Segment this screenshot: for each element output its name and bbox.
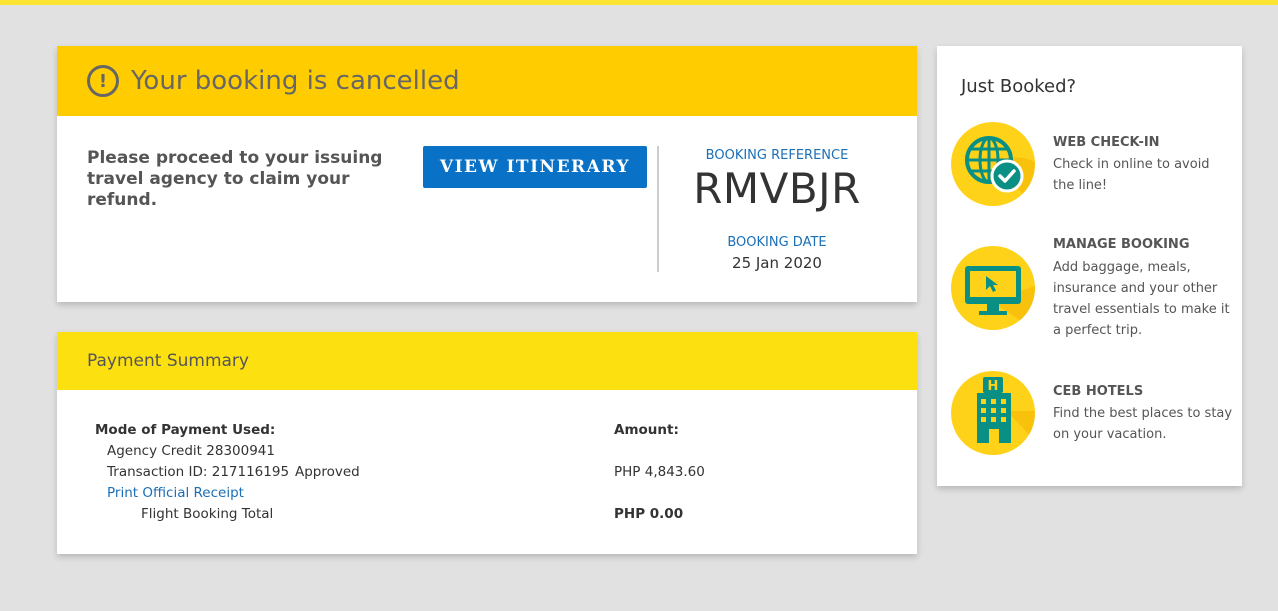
flight-booking-total-label: Flight Booking Total [141, 506, 274, 522]
booking-date-label: BOOKING DATE [727, 235, 827, 250]
ceb-hotels-item[interactable]: H CEB HOTELS Find the best places to sta… [951, 371, 1233, 461]
web-checkin-item[interactable]: WEB CHECK-IN Check in online to avoid th… [951, 122, 1231, 212]
manage-booking-heading: MANAGE BOOKING [1053, 237, 1190, 252]
refund-message: Please proceed to your issuing travel ag… [87, 148, 383, 210]
payment-summary-card: Payment Summary Mode of Payment Used: Am… [57, 332, 917, 554]
hotel-icon: H [951, 371, 1035, 455]
payment-summary-header: Payment Summary [57, 332, 917, 390]
payment-mode-label: Mode of Payment Used: [95, 422, 276, 438]
just-booked-title: Just Booked? [961, 76, 1077, 97]
agency-credit: Agency Credit 28300941 [107, 443, 275, 459]
ceb-hotels-heading: CEB HOTELS [1053, 384, 1144, 399]
transaction-id: Transaction ID: 217116195 [107, 464, 290, 480]
ceb-hotels-desc: Find the best places to stay on your vac… [1053, 406, 1233, 442]
flight-booking-total-amount: PHP 0.00 [614, 506, 684, 522]
web-checkin-heading: WEB CHECK-IN [1053, 135, 1160, 150]
transaction-status: Approved [295, 464, 360, 480]
cancellation-title: Your booking is cancelled [131, 66, 460, 96]
monitor-cursor-icon [951, 246, 1035, 330]
globe-check-icon [951, 122, 1035, 206]
manage-booking-item[interactable]: MANAGE BOOKING Add baggage, meals, insur… [951, 237, 1231, 356]
booking-reference-label: BOOKING REFERENCE [705, 148, 849, 163]
booking-date-value: 25 Jan 2020 [732, 254, 822, 272]
print-receipt-link[interactable]: Print Official Receipt [107, 485, 244, 501]
booking-reference-panel: BOOKING REFERENCE RMVBJR BOOKING DATE 25… [659, 148, 895, 272]
svg-text:H: H [988, 379, 999, 394]
just-booked-panel: Just Booked? WEB CHECK-IN Check in onlin… [937, 46, 1242, 486]
amount-label: Amount: [614, 422, 679, 438]
cancellation-header: ! Your booking is cancelled [57, 46, 917, 116]
payment-summary-body: Mode of Payment Used: Amount: Agency Cre… [57, 390, 917, 554]
cancellation-card: ! Your booking is cancelled Please proce… [57, 46, 917, 302]
payment-summary-title: Payment Summary [87, 351, 249, 371]
top-accent-strip [0, 0, 1278, 5]
web-checkin-desc: Check in online to avoid the line! [1053, 157, 1210, 193]
manage-booking-desc: Add baggage, meals, insurance and your o… [1053, 260, 1230, 338]
cancellation-body: Please proceed to your issuing travel ag… [57, 116, 917, 302]
exclamation-circle-icon: ! [87, 65, 119, 97]
booking-reference-code: RMVBJR [693, 164, 861, 213]
transaction-amount: PHP 4,843.60 [614, 464, 705, 480]
view-itinerary-button[interactable]: VIEW ITINERARY [423, 146, 647, 188]
